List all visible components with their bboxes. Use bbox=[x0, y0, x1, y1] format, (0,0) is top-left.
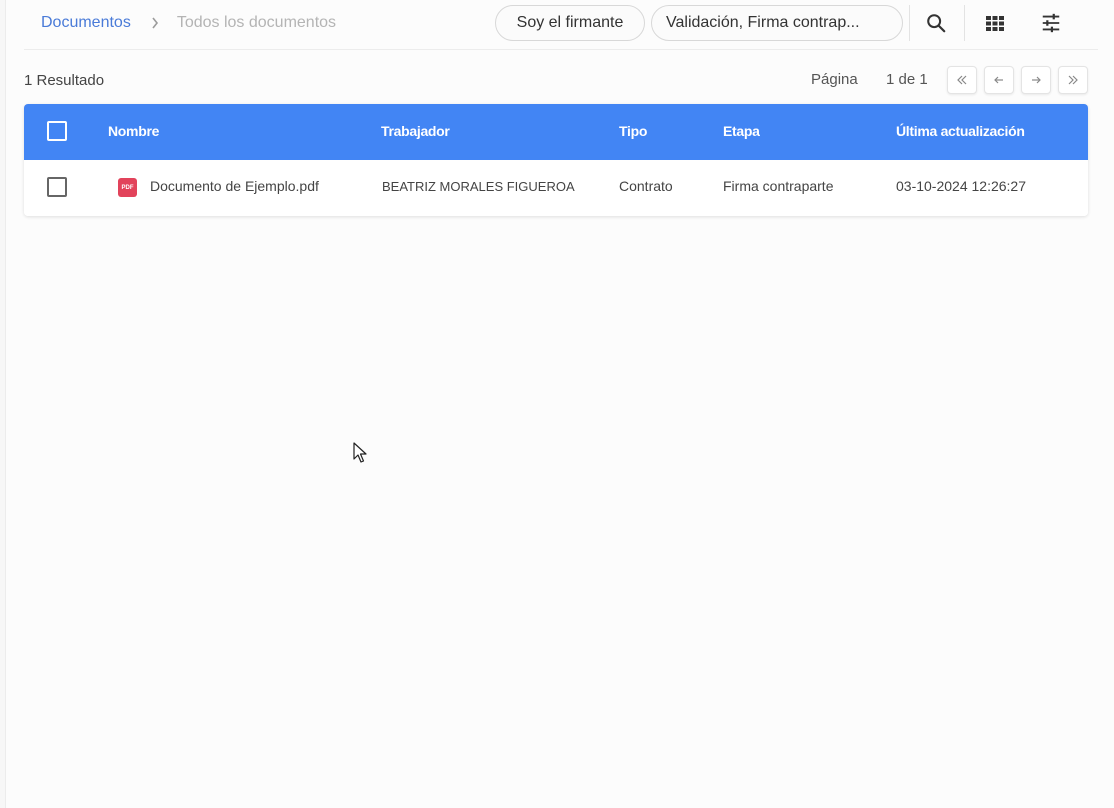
grid-view-icon bbox=[986, 16, 1004, 31]
breadcrumb-current: Todos los documentos bbox=[176, 14, 337, 31]
breadcrumb-documentos[interactable]: Documentos bbox=[41, 14, 131, 32]
grid-view-button[interactable] bbox=[977, 5, 1013, 41]
filter-chip-stage[interactable]: Validación, Firma contrap... bbox=[651, 5, 903, 41]
documents-table: Nombre Trabajador Tipo Etapa Última actu… bbox=[24, 104, 1088, 216]
pagination-label: Página bbox=[811, 71, 858, 88]
top-bar: Documentos Todos los documentos Soy el f… bbox=[24, 0, 1098, 50]
results-count: 1 Resultado bbox=[24, 72, 105, 89]
column-header-ultima-actualizacion[interactable]: Última actualización bbox=[896, 123, 1025, 139]
column-header-etapa[interactable]: Etapa bbox=[723, 123, 760, 139]
search-icon bbox=[927, 14, 946, 33]
table-row[interactable]: PDF Documento de Ejemplo.pdf BEATRIZ MOR… bbox=[24, 160, 1088, 216]
chevron-right-icon bbox=[151, 17, 159, 29]
table-header: Nombre Trabajador Tipo Etapa Última actu… bbox=[24, 104, 1088, 160]
arrow-left-icon bbox=[994, 76, 1003, 84]
worker-cell: BEATRIZ MORALES FIGUEROA bbox=[382, 179, 575, 194]
column-header-tipo[interactable]: Tipo bbox=[619, 123, 647, 139]
pdf-file-icon: PDF bbox=[118, 178, 137, 197]
updated-cell: 03-10-2024 12:26:27 bbox=[896, 178, 1026, 194]
next-page-button[interactable] bbox=[1021, 66, 1051, 94]
double-chevron-left-icon bbox=[957, 75, 967, 85]
double-chevron-right-icon bbox=[1068, 75, 1078, 85]
tune-icon bbox=[1042, 13, 1060, 33]
column-header-trabajador[interactable]: Trabajador bbox=[381, 123, 450, 139]
breadcrumb: Documentos Todos los documentos bbox=[41, 13, 336, 33]
row-checkbox[interactable] bbox=[47, 177, 67, 197]
select-all-checkbox[interactable] bbox=[47, 121, 67, 141]
toolbar-divider bbox=[964, 5, 965, 41]
mouse-pointer-icon bbox=[353, 442, 369, 469]
document-name-link[interactable]: Documento de Ejemplo.pdf bbox=[150, 178, 319, 194]
filter-chip-signer[interactable]: Soy el firmante bbox=[495, 5, 645, 41]
arrow-right-icon bbox=[1032, 76, 1041, 84]
toolbar-divider bbox=[909, 5, 910, 41]
previous-page-button[interactable] bbox=[984, 66, 1014, 94]
stage-cell: Firma contraparte bbox=[723, 178, 834, 194]
search-button[interactable] bbox=[918, 5, 954, 41]
left-border bbox=[0, 0, 6, 808]
type-cell: Contrato bbox=[619, 178, 673, 194]
first-page-button[interactable] bbox=[947, 66, 977, 94]
column-header-nombre[interactable]: Nombre bbox=[108, 123, 159, 139]
last-page-button[interactable] bbox=[1058, 66, 1088, 94]
pagination-info: 1 de 1 bbox=[886, 71, 928, 88]
filter-settings-button[interactable] bbox=[1033, 5, 1069, 41]
